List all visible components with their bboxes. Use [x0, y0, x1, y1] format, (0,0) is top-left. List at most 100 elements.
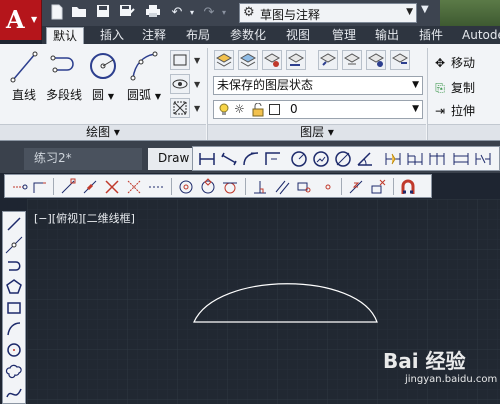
- workspace-select[interactable]: ⚙ 草图与注释 ▼: [239, 3, 417, 23]
- ordinate-dimension-icon[interactable]: [263, 150, 283, 168]
- undo-dropdown-icon[interactable]: ▾: [183, 4, 201, 22]
- snap-none-icon[interactable]: [369, 178, 387, 196]
- tab-default[interactable]: 默认: [46, 27, 85, 44]
- chevron-down-icon[interactable]: ▼: [194, 104, 200, 113]
- tab-plugins[interactable]: 插件: [413, 27, 449, 44]
- diameter-dimension-icon[interactable]: [333, 150, 353, 168]
- baseline-dimension-icon[interactable]: [405, 150, 425, 168]
- rectangle-icon[interactable]: [5, 299, 23, 317]
- continue-dimension-icon[interactable]: [427, 150, 447, 168]
- layer-match-icon: [287, 53, 305, 66]
- stretch-label: 拉伸: [451, 104, 476, 118]
- tab-manage[interactable]: 管理: [326, 27, 362, 44]
- revision-cloud-icon[interactable]: [5, 362, 23, 380]
- tab-layout[interactable]: 布局: [180, 27, 216, 44]
- layer-previous-button[interactable]: [318, 50, 338, 70]
- hatch-icon: [172, 79, 188, 89]
- jogged-dimension-icon[interactable]: [311, 150, 331, 168]
- tab-insert[interactable]: 插入: [94, 27, 130, 44]
- snap-insert-icon[interactable]: [295, 178, 313, 196]
- snap-extension-icon[interactable]: [147, 178, 165, 196]
- spline-icon[interactable]: [5, 383, 23, 401]
- copy-tool[interactable]: ⎘ 复制: [432, 79, 475, 96]
- snap-quadrant-icon[interactable]: [199, 178, 217, 196]
- line-tool[interactable]: 直线: [6, 48, 42, 103]
- tab-annotate[interactable]: 注释: [136, 27, 172, 44]
- layer-walk-button[interactable]: [342, 50, 362, 70]
- chevron-down-icon[interactable]: ▼: [194, 80, 200, 89]
- construction-line-icon[interactable]: [5, 236, 23, 254]
- snap-endpoint-icon[interactable]: [59, 178, 77, 196]
- draw-toolbar: [2, 211, 26, 404]
- snap-apparent-intersection-icon[interactable]: [125, 178, 143, 196]
- layer-state-button[interactable]: [238, 50, 258, 70]
- circle-icon: [90, 53, 116, 79]
- save-icon[interactable]: [94, 4, 112, 22]
- stretch-tool[interactable]: ⇥ 拉伸: [432, 102, 475, 119]
- chevron-down-icon[interactable]: ▼: [194, 56, 200, 65]
- line-tool-label: 直线: [11, 88, 36, 102]
- layer-properties-button[interactable]: [214, 50, 234, 70]
- object-snap-toolbar: [4, 174, 432, 198]
- save-as-icon[interactable]: [118, 4, 136, 22]
- temporary-track-icon[interactable]: [11, 178, 29, 196]
- snap-settings-icon[interactable]: [399, 178, 417, 196]
- layer-state-dropdown[interactable]: 未保存的图层状态 ▼: [213, 76, 423, 95]
- redo-dropdown-icon[interactable]: ▾: [215, 4, 233, 22]
- snap-parallel-icon[interactable]: [273, 178, 291, 196]
- document-tab-practice[interactable]: 练习2*: [24, 148, 142, 170]
- radius-dimension-icon[interactable]: [289, 150, 309, 168]
- snap-center-icon[interactable]: [177, 178, 195, 196]
- circle-icon[interactable]: [5, 341, 23, 359]
- application-menu-button[interactable]: A ▼: [0, 0, 42, 40]
- boundary-button[interactable]: [170, 98, 190, 118]
- snap-perpendicular-icon[interactable]: [251, 178, 269, 196]
- viewport-controls-label[interactable]: [−][俯视][二维线框]: [34, 210, 135, 226]
- polyline-icon[interactable]: [5, 257, 23, 275]
- gear-icon: ⚙: [243, 5, 255, 20]
- aligned-dimension-icon[interactable]: [219, 150, 239, 168]
- draw-panel-title[interactable]: 绘图 ▾: [0, 124, 206, 140]
- rectangle-button[interactable]: [170, 50, 190, 70]
- quick-access-more-icon[interactable]: ▼: [421, 4, 435, 22]
- layer-isolate-button[interactable]: [262, 50, 282, 70]
- snap-nearest-icon[interactable]: [347, 178, 365, 196]
- move-tool[interactable]: ✥ 移动: [432, 54, 475, 71]
- drawing-viewport[interactable]: [−][俯视][二维线框] Bai 经验 jingyan.baidu.com: [27, 199, 500, 404]
- tab-view[interactable]: 视图: [280, 27, 316, 44]
- dimension-break-icon[interactable]: [473, 150, 493, 168]
- tab-output[interactable]: 输出: [369, 27, 405, 44]
- tab-autodesk[interactable]: Autodes: [456, 27, 500, 44]
- line-icon[interactable]: [5, 215, 23, 233]
- linear-dimension-icon[interactable]: [197, 150, 217, 168]
- snap-intersection-icon[interactable]: [103, 178, 121, 196]
- modify-panel-title[interactable]: [428, 124, 500, 140]
- print-icon[interactable]: [144, 4, 162, 22]
- layer-lock-button[interactable]: [390, 50, 410, 70]
- layer-freeze-button[interactable]: [366, 50, 386, 70]
- new-file-icon[interactable]: [48, 4, 66, 22]
- layer-match-button[interactable]: [286, 50, 306, 70]
- polygon-icon[interactable]: [5, 278, 23, 296]
- hatch-button[interactable]: [170, 74, 190, 94]
- quick-dimension-icon[interactable]: [383, 150, 403, 168]
- arc-length-icon[interactable]: [241, 150, 261, 168]
- arc-tool[interactable]: 圆弧 ▼: [126, 48, 162, 103]
- chevron-down-icon: ▼: [31, 15, 38, 24]
- snap-node-icon[interactable]: [319, 178, 337, 196]
- current-layer-dropdown[interactable]: ☼ 0 ▼: [213, 100, 423, 119]
- snap-midpoint-icon[interactable]: [81, 178, 99, 196]
- layer-isolate-icon: [263, 53, 281, 67]
- dimension-space-icon[interactable]: [451, 150, 471, 168]
- from-snap-icon[interactable]: [31, 178, 49, 196]
- toolbar-separator: [245, 178, 246, 195]
- open-folder-icon[interactable]: [70, 4, 88, 22]
- layers-panel-title[interactable]: 图层 ▾: [208, 124, 426, 140]
- arc-icon[interactable]: [5, 320, 23, 338]
- layer-lock-icon: [391, 53, 409, 64]
- tab-parametric[interactable]: 参数化: [224, 27, 272, 44]
- polyline-tool[interactable]: 多段线: [44, 48, 84, 103]
- snap-tangent-icon[interactable]: [221, 178, 239, 196]
- circle-tool[interactable]: 圆 ▼: [86, 48, 120, 103]
- angular-dimension-icon[interactable]: [355, 150, 375, 168]
